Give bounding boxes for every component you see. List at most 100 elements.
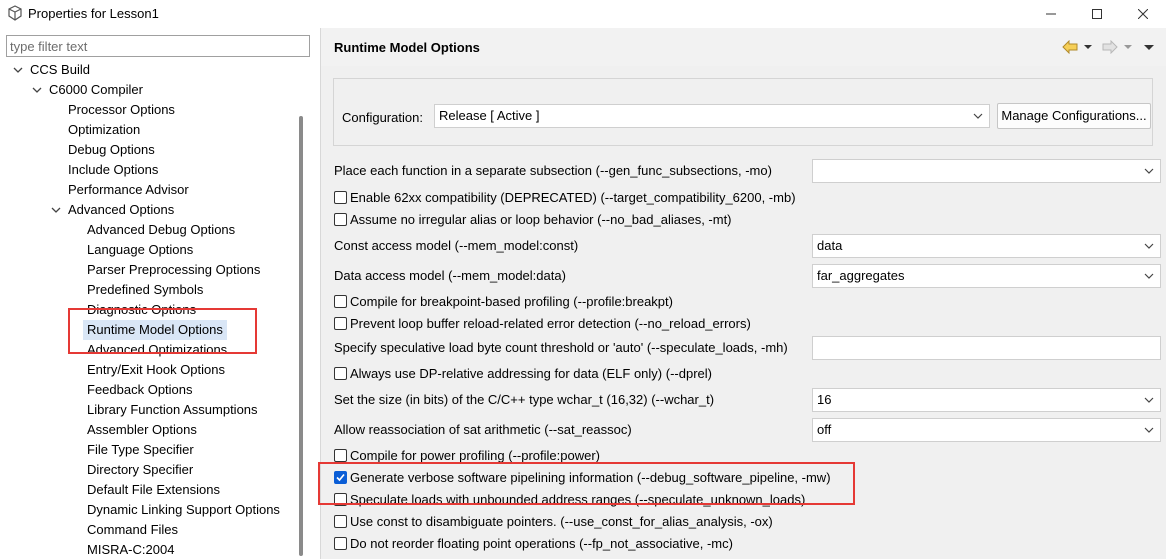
checkbox[interactable] (334, 317, 347, 330)
tree-item[interactable]: Performance Advisor (68, 180, 189, 200)
chevron-down-icon (1144, 243, 1154, 249)
window-title: Properties for Lesson1 (28, 6, 159, 21)
tree-item[interactable]: Entry/Exit Hook Options (87, 360, 225, 380)
checkbox[interactable] (334, 449, 347, 462)
view-menu-button[interactable] (1143, 38, 1155, 56)
tree-item[interactable]: Directory Specifier (87, 460, 193, 480)
tree-item[interactable]: Library Function Assumptions (87, 400, 258, 420)
tree-scrollbar-thumb[interactable] (299, 116, 303, 556)
option-row[interactable]: Enable 62xx compatibility (DEPRECATED) (… (334, 190, 796, 205)
manage-configurations-button[interactable]: Manage Configurations... (997, 103, 1151, 129)
tree-item[interactable]: Optimization (68, 120, 140, 140)
option-select-value: 16 (817, 392, 832, 407)
tree-item[interactable]: Processor Options (68, 100, 175, 120)
minimize-icon (1046, 13, 1056, 15)
back-dropdown-icon (1084, 45, 1092, 49)
tree-item[interactable]: Advanced Debug Options (87, 220, 235, 240)
forward-button[interactable] (1102, 38, 1133, 56)
option-label: Set the size (in bits) of the C/C++ type… (334, 392, 715, 407)
option-row: Place each function in a separate subsec… (334, 163, 772, 178)
chevron-down-icon (973, 113, 983, 119)
checkbox[interactable] (334, 537, 347, 550)
tree-item[interactable]: C6000 Compiler (49, 80, 143, 100)
tree-item[interactable]: Feedback Options (87, 380, 193, 400)
close-button[interactable] (1120, 0, 1166, 28)
option-label: Specify speculative load byte count thre… (334, 340, 788, 355)
tree-item[interactable]: File Type Specifier (87, 440, 194, 460)
checkbox[interactable] (334, 295, 347, 308)
tree-scrollbar[interactable] (298, 60, 304, 559)
tree-item[interactable]: Language Options (87, 240, 193, 260)
option-row: Allow reassociation of sat arithmetic (-… (334, 422, 632, 437)
option-select-value: far_aggregates (817, 268, 905, 283)
option-select-value: data (817, 238, 843, 253)
checkbox[interactable] (334, 213, 347, 226)
option-row[interactable]: Compile for power profiling (--profile:p… (334, 448, 600, 463)
tree-item[interactable]: Debug Options (68, 140, 155, 160)
option-row[interactable]: Always use DP-relative addressing for da… (334, 366, 712, 381)
option-label: Const access model (--mem_model:const) (334, 238, 579, 253)
chevron-down-icon[interactable] (12, 60, 24, 80)
options-content: Configuration: Release [ Active ] Manage… (321, 66, 1166, 559)
page-title: Runtime Model Options (334, 40, 480, 55)
tree-item[interactable]: Command Files (87, 520, 178, 540)
page-header: Runtime Model Options (321, 28, 1166, 66)
chevron-down-icon[interactable] (50, 200, 62, 220)
tree-item[interactable]: Assembler Options (87, 420, 197, 440)
maximize-icon (1092, 9, 1102, 19)
configuration-value: Release [ Active ] (439, 108, 540, 123)
option-text-input[interactable] (812, 336, 1161, 360)
title-bar: Properties for Lesson1 (0, 0, 1166, 28)
configuration-label: Configuration: (342, 110, 423, 125)
option-label: Use const to disambiguate pointers. (--u… (350, 514, 773, 529)
app-cube-icon (8, 5, 22, 21)
configuration-select[interactable]: Release [ Active ] (434, 104, 990, 128)
tree-item[interactable]: Advanced Options (68, 200, 174, 220)
option-label: Do not reorder floating point operations… (350, 536, 733, 551)
property-tree: CCS Build C6000 Compiler Processor Options… (0, 60, 298, 559)
option-row[interactable]: Do not reorder floating point operations… (334, 536, 733, 551)
option-select[interactable] (812, 159, 1161, 183)
minimize-button[interactable] (1028, 0, 1074, 28)
checkbox[interactable] (334, 493, 347, 506)
checkbox-checked[interactable] (334, 471, 347, 484)
chevron-down-icon (1144, 427, 1154, 433)
forward-dropdown-icon (1124, 45, 1132, 49)
option-label: Assume no irregular alias or loop behavi… (350, 212, 732, 227)
tree-item[interactable]: Predefined Symbols (87, 280, 203, 300)
checkbox[interactable] (334, 191, 347, 204)
tree-item[interactable]: Dynamic Linking Support Options (87, 500, 280, 520)
filter-input[interactable] (6, 35, 310, 57)
option-select[interactable]: 16 (812, 388, 1161, 412)
tree-item[interactable]: MISRA-C:2004 (87, 540, 174, 559)
tree-item[interactable]: Include Options (68, 160, 158, 180)
checkbox[interactable] (334, 367, 347, 380)
configuration-group: Configuration: Release [ Active ] Manage… (333, 78, 1153, 146)
option-row: Data access model (--mem_model:data) (334, 268, 566, 283)
tree-item[interactable]: Runtime Model Options (83, 320, 227, 340)
chevron-down-icon[interactable] (31, 80, 43, 100)
option-row[interactable]: Speculate loads with unbounded address r… (334, 492, 805, 507)
option-label: Always use DP-relative addressing for da… (350, 366, 712, 381)
option-select[interactable]: off (812, 418, 1161, 442)
option-select[interactable]: far_aggregates (812, 264, 1161, 288)
chevron-down-icon (1144, 273, 1154, 279)
tree-item[interactable]: Diagnostic Options (87, 300, 196, 320)
option-row[interactable]: Compile for breakpoint-based profiling (… (334, 294, 673, 309)
option-row[interactable]: Generate verbose software pipelining inf… (334, 470, 831, 485)
option-label: Enable 62xx compatibility (DEPRECATED) (… (350, 190, 796, 205)
option-select[interactable]: data (812, 234, 1161, 258)
option-row[interactable]: Prevent loop buffer reload-related error… (334, 316, 751, 331)
tree-item[interactable]: Default File Extensions (87, 480, 220, 500)
maximize-button[interactable] (1074, 0, 1120, 28)
option-row[interactable]: Use const to disambiguate pointers. (--u… (334, 514, 773, 529)
option-row[interactable]: Assume no irregular alias or loop behavi… (334, 212, 732, 227)
checkbox[interactable] (334, 515, 347, 528)
option-label: Data access model (--mem_model:data) (334, 268, 566, 283)
back-button[interactable] (1062, 38, 1093, 56)
tree-item[interactable]: CCS Build (30, 60, 90, 80)
chevron-down-icon (1144, 397, 1154, 403)
tree-item[interactable]: Parser Preprocessing Options (87, 260, 260, 280)
tree-item[interactable]: Advanced Optimizations (87, 340, 227, 360)
option-label: Generate verbose software pipelining inf… (350, 470, 831, 485)
